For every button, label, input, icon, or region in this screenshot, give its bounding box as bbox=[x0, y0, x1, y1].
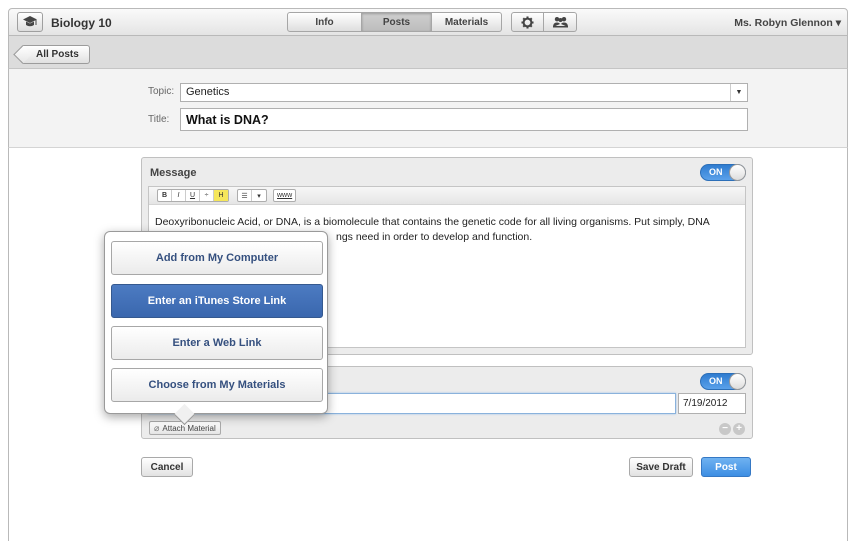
settings-button[interactable] bbox=[511, 12, 544, 32]
web-link-option[interactable]: Enter a Web Link bbox=[111, 326, 323, 360]
tab-posts[interactable]: Posts bbox=[362, 12, 432, 32]
course-title: Biology 10 bbox=[51, 16, 112, 30]
title-label: Title: bbox=[148, 114, 170, 125]
toolbar-icons bbox=[511, 12, 577, 32]
paperclip-icon: ⌀ bbox=[154, 422, 160, 433]
materials-toggle-label: ON bbox=[709, 376, 723, 386]
add-from-computer-option[interactable]: Add from My Computer bbox=[111, 241, 323, 275]
topic-label: Topic: bbox=[148, 86, 175, 97]
user-menu[interactable]: Ms. Robyn Glennon ▾ bbox=[734, 17, 841, 29]
highlight-button[interactable]: H bbox=[214, 190, 228, 201]
post-header-form: Topic: Genetics ▼ Title: What is DNA? bbox=[8, 69, 848, 148]
bold-button[interactable]: B bbox=[158, 190, 172, 201]
message-line-1: Deoxyribonucleic Acid, or DNA, is a biom… bbox=[155, 216, 710, 228]
message-toggle[interactable]: ON bbox=[700, 164, 746, 181]
link-button[interactable]: www bbox=[274, 190, 295, 201]
text-style-group: B I U ÷ H bbox=[157, 189, 229, 202]
save-draft-button[interactable]: Save Draft bbox=[629, 457, 693, 477]
tab-materials[interactable]: Materials bbox=[432, 12, 502, 32]
tab-info[interactable]: Info bbox=[287, 12, 362, 32]
graduation-cap-icon bbox=[23, 16, 37, 27]
material-date-field[interactable]: 7/19/2012 bbox=[678, 393, 746, 414]
toggle-knob bbox=[729, 373, 746, 390]
back-button-label: All Posts bbox=[36, 49, 79, 60]
plus-circle-icon[interactable]: + bbox=[733, 423, 745, 435]
attach-material-label: Attach Material bbox=[162, 423, 216, 433]
people-icon bbox=[552, 17, 568, 28]
topic-select[interactable]: Genetics ▼ bbox=[180, 83, 748, 102]
message-label: Message bbox=[150, 167, 197, 179]
italic-button[interactable]: I bbox=[172, 190, 186, 201]
format-toolbar: B I U ÷ H ☰ ▾ www bbox=[149, 187, 745, 205]
cancel-button[interactable]: Cancel bbox=[141, 457, 193, 477]
list-dropdown-icon[interactable]: ▾ bbox=[252, 190, 266, 201]
list-icon[interactable]: ☰ bbox=[238, 190, 252, 201]
underline-button[interactable]: U bbox=[186, 190, 200, 201]
link-group: www bbox=[273, 189, 297, 202]
minus-circle-icon[interactable]: − bbox=[719, 423, 731, 435]
materials-toggle[interactable]: ON bbox=[700, 373, 746, 390]
attach-material-popover: Add from My Computer Enter an iTunes Sto… bbox=[104, 231, 328, 414]
all-posts-back-button[interactable]: All Posts bbox=[21, 45, 90, 64]
people-button[interactable] bbox=[544, 12, 577, 32]
sub-bar: All Posts bbox=[8, 36, 848, 69]
chevron-down-icon: ▼ bbox=[730, 84, 747, 101]
top-bar: Biology 10 Info Posts Materials Ms. Roby… bbox=[8, 8, 848, 36]
choose-from-materials-option[interactable]: Choose from My Materials bbox=[111, 368, 323, 402]
topic-value: Genetics bbox=[186, 86, 230, 98]
main-tabs: Info Posts Materials bbox=[287, 12, 502, 32]
list-group: ☰ ▾ bbox=[237, 189, 267, 202]
message-toggle-label: ON bbox=[709, 167, 723, 177]
itunes-store-link-option[interactable]: Enter an iTunes Store Link bbox=[111, 284, 323, 318]
strikethrough-button[interactable]: ÷ bbox=[200, 190, 214, 201]
post-button[interactable]: Post bbox=[701, 457, 751, 477]
title-input[interactable]: What is DNA? bbox=[180, 108, 748, 131]
course-menu-button[interactable] bbox=[17, 12, 43, 32]
toggle-knob bbox=[729, 164, 746, 181]
gear-icon bbox=[521, 15, 534, 29]
